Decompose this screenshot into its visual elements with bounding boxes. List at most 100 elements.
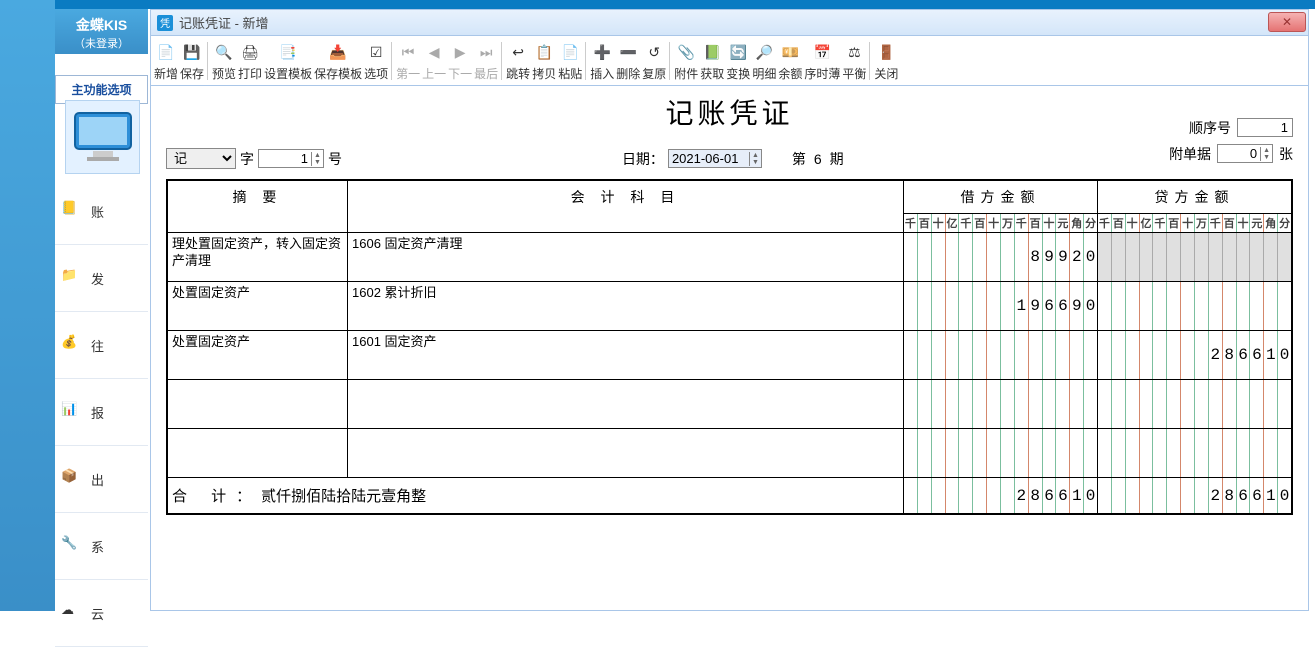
debit-cell[interactable] xyxy=(904,380,1098,429)
toolbar-get-button[interactable]: 📗获取 xyxy=(699,38,725,84)
toolbar-del-button[interactable]: ➖删除 xyxy=(615,38,641,84)
date-input[interactable]: ▲▼ xyxy=(668,149,762,168)
total-credit: 286610 xyxy=(1098,478,1292,514)
copy-icon: 📋 xyxy=(534,43,554,63)
account-cell[interactable] xyxy=(348,380,904,429)
attach-input[interactable]: ▲▼ xyxy=(1217,144,1273,163)
nav-icon: 🔧 xyxy=(61,535,83,557)
period-suffix: 期 xyxy=(830,149,844,169)
seq-label: 顺序号 xyxy=(1189,118,1231,138)
savetpl-icon: 📥 xyxy=(328,43,348,63)
voucher-grid: 摘 要 会 计 科 目 借方金额 贷方金额 千百十亿千百十万千百十元角分 千百十… xyxy=(166,179,1293,515)
toolbar-restore-button[interactable]: ↺复原 xyxy=(641,38,667,84)
detail-icon: 🔎 xyxy=(754,43,774,63)
save-icon: 💾 xyxy=(182,43,202,63)
sidebar-item-2[interactable]: 💰往 xyxy=(55,312,148,379)
table-row[interactable]: 处置固定资产1602 累计折旧196690 xyxy=(168,282,1292,331)
toolbar-att-button[interactable]: 📎附件 xyxy=(673,38,699,84)
next-icon: ▶ xyxy=(450,43,470,63)
voucher-number-input[interactable]: ▲▼ xyxy=(258,149,324,168)
toolbar-copy-button[interactable]: 📋拷贝 xyxy=(531,38,557,84)
toolbar-seq-button[interactable]: 📅序时薄 xyxy=(803,38,841,84)
side-nav: 📒账📁发💰往📊报📦出🔧系☁云 xyxy=(55,178,148,647)
col-credit: 贷方金额 xyxy=(1098,181,1292,214)
toolbar-conv-button[interactable]: 🔄变换 xyxy=(725,38,751,84)
summary-cell[interactable]: 理处置固定资产，转入固定资产清理 xyxy=(168,233,348,282)
close-button[interactable]: ✕ xyxy=(1268,12,1306,32)
account-cell[interactable]: 1606 固定资产清理 xyxy=(348,233,904,282)
toolbar-settpl-button[interactable]: 📑设置模板 xyxy=(263,38,313,84)
credit-cell[interactable]: 286610 xyxy=(1098,331,1292,380)
seq-value: 1 xyxy=(1237,118,1293,137)
preview-icon: 🔍 xyxy=(214,43,234,63)
seq-icon: 📅 xyxy=(812,43,832,63)
toolbar-jump-button[interactable]: ↩跳转 xyxy=(505,38,531,84)
jump-icon: ↩ xyxy=(508,43,528,63)
col-summary: 摘 要 xyxy=(168,181,348,233)
toolbar-save-button[interactable]: 💾保存 xyxy=(179,38,205,84)
zi-label: 字 xyxy=(240,149,254,169)
prev-icon: ◀ xyxy=(424,43,444,63)
sidebar-item-3[interactable]: 📊报 xyxy=(55,379,148,446)
sidebar-item-1[interactable]: 📁发 xyxy=(55,245,148,312)
toolbar-opts-button[interactable]: ☑选项 xyxy=(363,38,389,84)
conv-icon: 🔄 xyxy=(728,43,748,63)
toolbar-close-button[interactable]: 🚪关闭 xyxy=(873,38,899,84)
summary-cell[interactable]: 处置固定资产 xyxy=(168,331,348,380)
table-row[interactable]: 理处置固定资产，转入固定资产清理1606 固定资产清理89920 xyxy=(168,233,1292,282)
print-icon: 🖨 xyxy=(240,43,260,63)
sidebar-item-6[interactable]: ☁云 xyxy=(55,580,148,647)
toolbar-last-button: ⏭最后 xyxy=(473,38,499,84)
sidebar-item-5[interactable]: 🔧系 xyxy=(55,513,148,580)
table-row[interactable] xyxy=(168,429,1292,478)
summary-cell[interactable] xyxy=(168,429,348,478)
get-icon: 📗 xyxy=(702,43,722,63)
credit-cell[interactable] xyxy=(1098,233,1292,282)
summary-cell[interactable] xyxy=(168,380,348,429)
last-icon: ⏭ xyxy=(476,43,496,63)
debit-cell[interactable]: 89920 xyxy=(904,233,1098,282)
zhang-label: 张 xyxy=(1279,144,1293,164)
credit-cell[interactable] xyxy=(1098,380,1292,429)
period-prefix: 第 xyxy=(792,149,806,169)
toolbar-trial-button[interactable]: ⚖平衡 xyxy=(841,38,867,84)
toolbar-detail-button[interactable]: 🔎明细 xyxy=(751,38,777,84)
toolbar-first-button: ⏮第一 xyxy=(395,38,421,84)
voucher-title: 记账凭证 xyxy=(166,86,1293,142)
word-prefix-select[interactable]: 记 xyxy=(166,148,236,169)
toolbar-print-button[interactable]: 🖨打印 xyxy=(237,38,263,84)
nav-icon: 💰 xyxy=(61,334,83,356)
col-account: 会 计 科 目 xyxy=(348,181,904,233)
credit-cell[interactable] xyxy=(1098,429,1292,478)
toolbar-preview-button[interactable]: 🔍预览 xyxy=(211,38,237,84)
toolbar-bal-button[interactable]: 💴余额 xyxy=(777,38,803,84)
bal-icon: 💴 xyxy=(780,43,800,63)
toolbar-new-button[interactable]: 📄新增 xyxy=(153,38,179,84)
table-row[interactable] xyxy=(168,380,1292,429)
toolbar-ins-button[interactable]: ➕插入 xyxy=(589,38,615,84)
debit-cell[interactable] xyxy=(904,331,1098,380)
voucher-window: 凭 记账凭证 - 新增 ✕ 📄新增💾保存🔍预览🖨打印📑设置模板📥保存模板☑选项⏮… xyxy=(150,9,1309,611)
window-title: 记账凭证 - 新增 xyxy=(179,13,269,32)
close-icon: 🚪 xyxy=(876,43,896,63)
nav-icon: 📦 xyxy=(61,468,83,490)
settpl-icon: 📑 xyxy=(278,43,298,63)
summary-cell[interactable]: 处置固定资产 xyxy=(168,282,348,331)
voucher-icon: 凭 xyxy=(157,15,173,31)
trial-icon: ⚖ xyxy=(844,43,864,63)
sidebar-item-4[interactable]: 📦出 xyxy=(55,446,148,513)
paste-icon: 📄 xyxy=(560,43,580,63)
account-cell[interactable] xyxy=(348,429,904,478)
attach-label: 附单据 xyxy=(1169,144,1211,164)
toolbar-savetpl-button[interactable]: 📥保存模板 xyxy=(313,38,363,84)
toolbar-paste-button[interactable]: 📄粘贴 xyxy=(557,38,583,84)
sidebar-item-0[interactable]: 📒账 xyxy=(55,178,148,245)
debit-cell[interactable] xyxy=(904,429,1098,478)
opts-icon: ☑ xyxy=(366,43,386,63)
credit-cell[interactable] xyxy=(1098,282,1292,331)
table-row[interactable]: 处置固定资产1601 固定资产 286610 xyxy=(168,331,1292,380)
debit-cell[interactable]: 196690 xyxy=(904,282,1098,331)
date-label: 日期： xyxy=(622,149,664,169)
account-cell[interactable]: 1601 固定资产 xyxy=(348,331,904,380)
account-cell[interactable]: 1602 累计折旧 xyxy=(348,282,904,331)
